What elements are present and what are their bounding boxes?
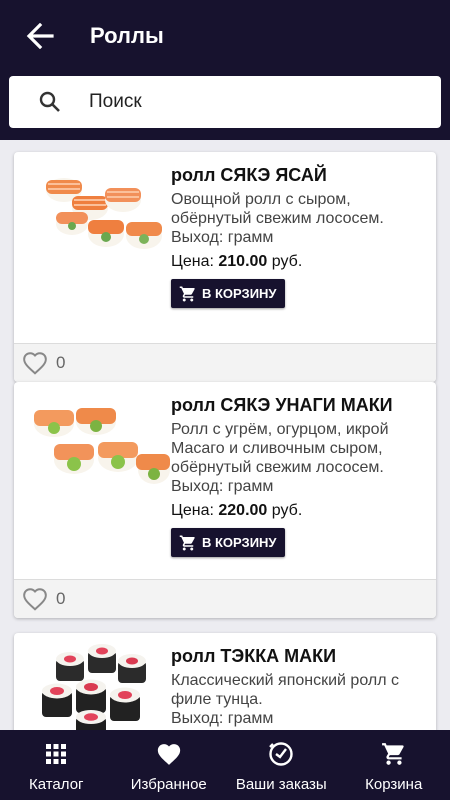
product-name: ролл ТЭККА МАКИ [171,646,337,666]
add-to-cart-button[interactable]: В КОРЗИНУ [171,279,285,308]
product-list[interactable]: ролл СЯКЭ ЯСАЙ Овощной ролл с сыром, обё… [0,140,450,730]
grid-icon [42,740,70,768]
price-currency: руб. [271,502,303,519]
product-name: ролл СЯКЭ ЯСАЙ [171,165,327,185]
back-button[interactable] [22,20,58,52]
nav-item-favorites[interactable]: Избранное [113,730,226,800]
likes-count: 0 [56,353,66,372]
product-info: ролл СЯКЭ УНАГИ МАКИ Ролл с угрём, огурц… [171,394,433,557]
price-label: Цена: [171,253,214,270]
page-title: Роллы [90,23,164,48]
cart-icon [179,534,197,552]
app-bar: Роллы [0,0,450,140]
search-icon [38,90,62,114]
add-to-cart-button[interactable]: В КОРЗИНУ [171,528,285,557]
price-label: Цена: [171,502,214,519]
price-value: 210.00 [218,253,268,270]
product-price: Цена: 220.00 руб. [171,501,433,520]
product-image [42,644,146,730]
product-image [34,408,170,484]
orders-icon [267,740,295,768]
product-card[interactable]: ролл СЯКЭ ЯСАЙ Овощной ролл с сыром, обё… [14,152,436,382]
product-info: ролл ТЭККА МАКИ Классический японский ро… [171,645,433,728]
search-bar[interactable] [9,76,441,128]
heart-icon [155,740,183,768]
price-value: 220.00 [218,502,268,519]
product-description: Ролл с угрём, огурцом, икрой Масаго и сл… [171,421,389,476]
search-input[interactable] [87,90,391,114]
price-currency: руб. [271,253,303,270]
nav-label: Избранное [130,776,207,793]
product-description: Классический японский ролл с филе тунца. [171,672,399,708]
add-to-cart-label: В КОРЗИНУ [202,286,277,301]
add-to-cart-label: В КОРЗИНУ [202,535,277,550]
product-card[interactable]: ролл ТЭККА МАКИ Классический японский ро… [14,633,436,730]
product-card[interactable]: ролл СЯКЭ УНАГИ МАКИ Ролл с угрём, огурц… [14,382,436,618]
bottom-navigation: Каталог Избранное Ваши заказы Корзина [0,730,450,800]
nav-label: Каталог [28,776,84,793]
product-info: ролл СЯКЭ ЯСАЙ Овощной ролл с сыром, обё… [171,164,433,308]
cart-icon [380,740,408,768]
favorite-heart-icon[interactable] [22,587,48,611]
nav-item-orders[interactable]: Ваши заказы [225,730,338,800]
nav-item-catalog[interactable]: Каталог [0,730,113,800]
product-output: Выход: грамм [171,478,274,495]
cart-icon [179,285,197,303]
product-output: Выход: грамм [171,710,274,727]
card-footer: 0 [14,343,436,382]
product-output: Выход: грамм [171,229,274,246]
card-footer: 0 [14,579,436,618]
product-name: ролл СЯКЭ УНАГИ МАКИ [171,395,393,415]
nav-label: Корзина [365,776,423,793]
product-image [46,178,162,249]
likes-count: 0 [56,589,66,608]
nav-label: Ваши заказы [235,776,327,793]
favorite-heart-icon[interactable] [22,351,48,375]
arrow-left-icon [26,23,54,49]
product-description: Овощной ролл с сыром, обёрнутый свежим л… [171,191,384,227]
nav-item-cart[interactable]: Корзина [338,730,450,800]
product-price: Цена: 210.00 руб. [171,252,433,271]
